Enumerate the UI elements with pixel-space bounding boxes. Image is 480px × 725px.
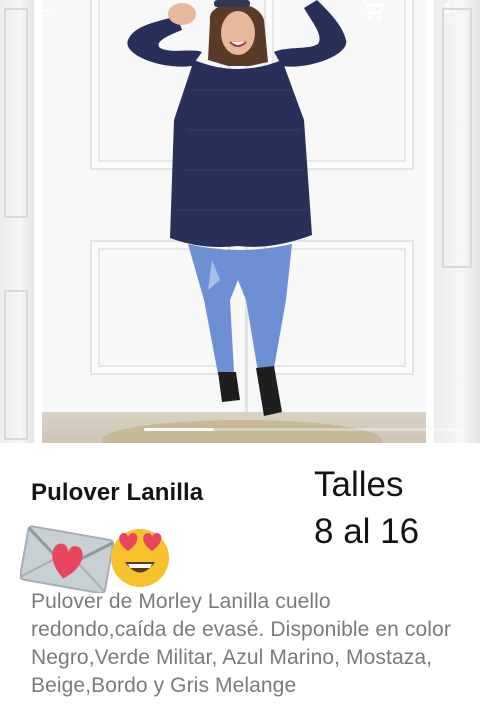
cart-icon xyxy=(362,0,385,20)
model-right-shoe xyxy=(256,366,282,416)
model-illustration xyxy=(127,0,347,416)
scroll-fade xyxy=(0,699,480,725)
carousel-divider xyxy=(426,0,434,443)
product-image-carousel[interactable] xyxy=(0,0,480,443)
model-left-shoe xyxy=(218,372,240,402)
emoji-row xyxy=(20,521,180,593)
model-sunglasses xyxy=(214,0,250,7)
model-face xyxy=(221,11,255,55)
model-left-hand xyxy=(168,3,196,25)
model-sweater xyxy=(170,60,312,247)
wall-molding xyxy=(4,8,28,218)
sizes-heading: Talles xyxy=(314,465,404,504)
carousel-indicator-active xyxy=(144,428,214,431)
previous-image-peek[interactable] xyxy=(0,0,34,443)
back-arrow-icon xyxy=(33,4,51,18)
sizes-info: Talles 8 al 16 xyxy=(314,461,464,555)
carousel-indicator-track xyxy=(214,428,468,431)
carousel-divider xyxy=(34,0,42,443)
model-jeans xyxy=(188,244,292,374)
product-screen: Pulover Lanilla Talles 8 al 16 Pulover d… xyxy=(0,0,480,725)
more-vert-icon xyxy=(444,2,450,20)
next-image-peek[interactable] xyxy=(434,0,480,443)
product-photo[interactable] xyxy=(42,0,426,443)
love-letter-emoji xyxy=(20,525,115,593)
sizes-range: 8 al 16 xyxy=(314,512,420,551)
back-button[interactable] xyxy=(28,0,58,22)
model-left-arm xyxy=(127,16,202,67)
cart-button[interactable] xyxy=(358,0,388,22)
wall-molding xyxy=(442,8,472,268)
more-options-button[interactable] xyxy=(432,0,462,22)
product-title: Pulover Lanilla xyxy=(31,479,204,506)
product-details: Pulover Lanilla Talles 8 al 16 Pulover d… xyxy=(0,443,480,725)
model-right-arm xyxy=(274,0,347,67)
heart-eyes-emoji xyxy=(111,529,169,587)
wall-molding xyxy=(4,290,28,440)
product-description: Pulover de Morley Lanilla cuello redondo… xyxy=(31,590,451,697)
